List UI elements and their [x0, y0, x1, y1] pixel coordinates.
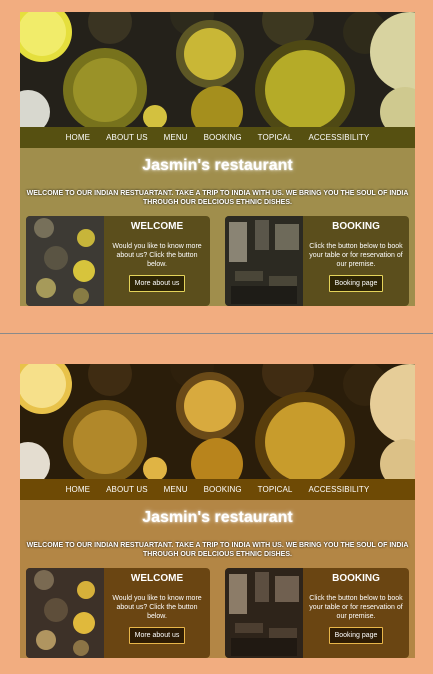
main-navigation: HOME ABOUT US MENU BOOKING TOPICAL ACCES… [20, 127, 415, 148]
main-content: Jasmin's restaurant WELCOME TO OUR INDIA… [20, 148, 415, 306]
hero-food-image [20, 364, 415, 479]
food-dishes-graphic [20, 364, 415, 479]
nav-about-us[interactable]: ABOUT US [98, 133, 156, 142]
page-preview-bottom: HOME ABOUT US MENU BOOKING TOPICAL ACCES… [20, 364, 415, 658]
card-title: BOOKING [332, 573, 380, 584]
more-about-us-button[interactable]: More about us [128, 627, 186, 644]
card-text: Click the button below to book your tabl… [309, 243, 403, 268]
food-dishes-graphic [20, 12, 415, 127]
card-row: WELCOME Would you like to know more abou… [26, 216, 409, 306]
page-title: Jasmin's restaurant [142, 509, 293, 526]
welcome-card: WELCOME Would you like to know more abou… [26, 568, 210, 658]
main-navigation: HOME ABOUT US MENU BOOKING TOPICAL ACCES… [20, 479, 415, 500]
nav-home[interactable]: HOME [58, 133, 98, 142]
booking-card: BOOKING Click the button below to book y… [225, 216, 409, 306]
card-row: WELCOME Would you like to know more abou… [26, 568, 409, 658]
nav-menu[interactable]: MENU [156, 133, 196, 142]
restaurant-interior-image [225, 216, 303, 306]
main-content: Jasmin's restaurant WELCOME TO OUR INDIA… [20, 500, 415, 658]
nav-accessibility[interactable]: ACCESSIBILITY [300, 133, 377, 142]
nav-menu[interactable]: MENU [156, 485, 196, 494]
card-title: WELCOME [130, 221, 184, 232]
card-text: Click the button below to book your tabl… [309, 595, 403, 620]
welcome-text: WELCOME TO OUR INDIAN RESTUARTANT. TAKE … [26, 190, 409, 206]
page-title: Jasmin's restaurant [142, 157, 293, 174]
page-preview-top: HOME ABOUT US MENU BOOKING TOPICAL ACCES… [20, 12, 415, 306]
nav-topical[interactable]: TOPICAL [250, 133, 301, 142]
more-about-us-button[interactable]: More about us [128, 275, 186, 292]
card-title: WELCOME [130, 573, 184, 584]
screenshot-divider [0, 333, 433, 334]
nav-home[interactable]: HOME [58, 485, 98, 494]
booking-page-button[interactable]: Booking page [328, 627, 384, 644]
nav-booking[interactable]: BOOKING [196, 485, 250, 494]
hero-food-image [20, 12, 415, 127]
spices-image [26, 568, 104, 658]
card-title: BOOKING [332, 221, 380, 232]
nav-booking[interactable]: BOOKING [196, 133, 250, 142]
card-text: Would you like to know more about us? Cl… [112, 595, 202, 620]
welcome-text: WELCOME TO OUR INDIAN RESTUARTANT. TAKE … [26, 542, 409, 558]
booking-card: BOOKING Click the button below to book y… [225, 568, 409, 658]
booking-page-button[interactable]: Booking page [328, 275, 384, 292]
welcome-card: WELCOME Would you like to know more abou… [26, 216, 210, 306]
card-text: Would you like to know more about us? Cl… [112, 243, 202, 268]
nav-about-us[interactable]: ABOUT US [98, 485, 156, 494]
nav-accessibility[interactable]: ACCESSIBILITY [300, 485, 377, 494]
spices-image [26, 216, 104, 306]
nav-topical[interactable]: TOPICAL [250, 485, 301, 494]
restaurant-interior-image [225, 568, 303, 658]
